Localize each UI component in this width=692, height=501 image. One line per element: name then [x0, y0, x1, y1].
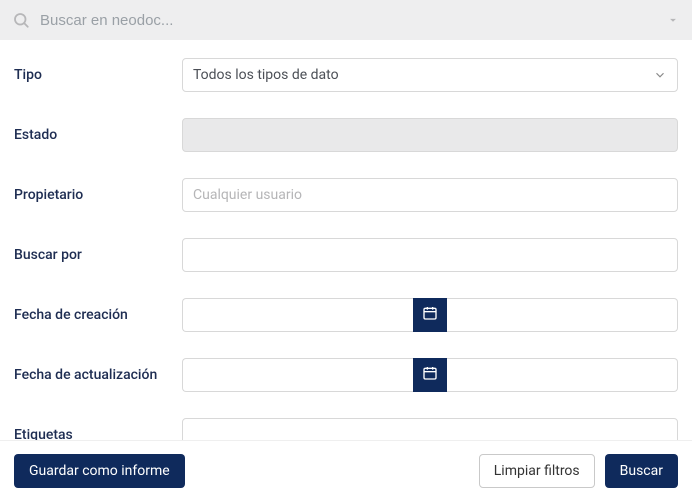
select-tipo-value: Todos los tipos de dato [193, 67, 339, 83]
row-propietario: Propietario Cualquier usuario [14, 178, 678, 212]
calendar-icon [422, 365, 438, 385]
select-tipo[interactable]: Todos los tipos de dato [182, 58, 678, 92]
search-button[interactable]: Buscar [605, 454, 678, 488]
row-tipo: Tipo Todos los tipos de dato [14, 58, 678, 92]
calendar-icon [422, 305, 438, 325]
input-estado[interactable] [182, 118, 678, 152]
input-propietario[interactable]: Cualquier usuario [182, 178, 678, 212]
chevron-down-icon [653, 68, 667, 82]
search-icon [12, 11, 30, 29]
label-buscar-por: Buscar por [14, 247, 182, 263]
label-tipo: Tipo [14, 67, 182, 83]
label-fecha-actualizacion: Fecha de actualización [14, 367, 182, 383]
clear-filters-label: Limpiar filtros [494, 463, 580, 479]
input-fecha-actualizacion-from[interactable] [182, 358, 413, 392]
input-propietario-placeholder: Cualquier usuario [193, 187, 302, 203]
save-report-button[interactable]: Guardar como informe [14, 454, 185, 488]
row-fecha-actualizacion: Fecha de actualización [14, 358, 678, 392]
row-estado: Estado [14, 118, 678, 152]
input-buscar-por[interactable] [182, 238, 678, 272]
row-buscar-por: Buscar por [14, 238, 678, 272]
footer-bar: Guardar como informe Limpiar filtros Bus… [0, 440, 692, 500]
row-fecha-creacion: Fecha de creación [14, 298, 678, 332]
label-etiquetas: Etiquetas [14, 427, 182, 440]
input-fecha-creacion-to[interactable] [447, 298, 678, 332]
label-fecha-creacion: Fecha de creación [14, 307, 182, 323]
save-report-label: Guardar como informe [29, 463, 170, 479]
advanced-search-form: Tipo Todos los tipos de dato Estado Prop… [0, 40, 692, 440]
row-etiquetas: Etiquetas [14, 418, 678, 440]
calendar-button-actualizacion[interactable] [413, 358, 447, 392]
label-propietario: Propietario [14, 187, 182, 203]
searchbar [0, 0, 692, 40]
search-input[interactable] [40, 12, 656, 29]
input-etiquetas[interactable] [182, 418, 678, 440]
input-fecha-creacion-from[interactable] [182, 298, 413, 332]
clear-filters-button[interactable]: Limpiar filtros [479, 454, 595, 488]
collapse-icon[interactable] [666, 13, 680, 27]
search-button-label: Buscar [620, 463, 663, 479]
label-estado: Estado [14, 127, 182, 143]
calendar-button-creacion[interactable] [413, 298, 447, 332]
input-fecha-actualizacion-to[interactable] [447, 358, 678, 392]
